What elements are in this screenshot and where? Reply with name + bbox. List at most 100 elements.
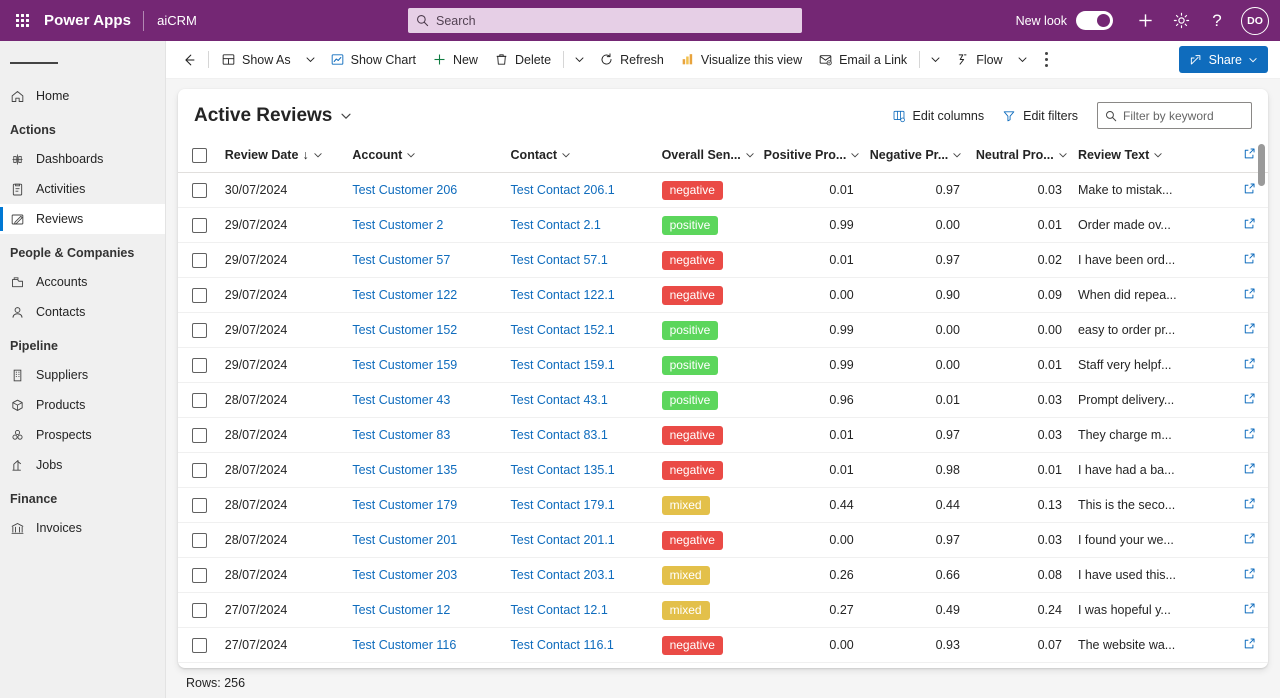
- refresh-button[interactable]: Refresh: [591, 45, 672, 75]
- row-checkbox[interactable]: [192, 182, 207, 198]
- column-header-neutral-probability[interactable]: Neutral Pro...: [967, 140, 1070, 173]
- contact-link[interactable]: Test Contact 83.1: [511, 428, 608, 442]
- row-checkbox[interactable]: [192, 497, 207, 513]
- row-checkbox[interactable]: [192, 637, 207, 653]
- open-record-icon[interactable]: [1243, 147, 1256, 160]
- edit-filters-button[interactable]: Edit filters: [993, 104, 1087, 128]
- account-link[interactable]: Test Customer 116: [352, 638, 456, 652]
- sidebar-item-contacts[interactable]: Contacts: [0, 297, 165, 327]
- contact-link[interactable]: Test Contact 122.1: [511, 288, 615, 302]
- avatar[interactable]: DO: [1241, 6, 1269, 35]
- row-checkbox[interactable]: [192, 532, 207, 548]
- sidebar-item-activities[interactable]: Activities: [0, 174, 165, 204]
- visualize-this-view-button[interactable]: Visualize this view: [672, 45, 810, 75]
- email-link-chevron-down-icon[interactable]: [924, 45, 947, 75]
- global-search[interactable]: [408, 8, 802, 33]
- brand-title[interactable]: Power Apps: [44, 12, 143, 29]
- sidebar-item-home[interactable]: Home: [0, 81, 165, 111]
- sidebar-item-jobs[interactable]: Jobs: [0, 450, 165, 480]
- sidebar-item-products[interactable]: Products: [0, 390, 165, 420]
- account-link[interactable]: Test Customer 201: [352, 533, 457, 547]
- row-checkbox[interactable]: [192, 217, 207, 233]
- view-selector-chevron-down-icon[interactable]: [340, 110, 352, 122]
- account-link[interactable]: Test Customer 2: [352, 218, 443, 232]
- open-record-icon[interactable]: [1243, 217, 1256, 230]
- scrollbar-thumb[interactable]: [1258, 144, 1265, 186]
- row-checkbox[interactable]: [192, 602, 207, 618]
- column-header-account[interactable]: Account: [344, 140, 503, 173]
- row-checkbox[interactable]: [192, 427, 207, 443]
- open-record-icon[interactable]: [1243, 357, 1256, 370]
- sidebar-item-invoices[interactable]: Invoices: [0, 513, 165, 543]
- select-all-checkbox[interactable]: [192, 147, 207, 163]
- account-link[interactable]: Test Customer 206: [352, 183, 457, 197]
- table-row[interactable]: 27/07/2024 Test Customer 116 Test Contact …: [178, 627, 1268, 663]
- column-header-negative-probability[interactable]: Negative Pr...: [861, 140, 968, 173]
- open-record-icon[interactable]: [1243, 287, 1256, 300]
- contact-link[interactable]: Test Contact 12.1: [511, 603, 608, 617]
- flow-button[interactable]: Flow: [947, 45, 1010, 75]
- account-link[interactable]: Test Customer 179: [352, 498, 457, 512]
- show-as-chevron-down-icon[interactable]: [299, 45, 322, 75]
- edit-columns-button[interactable]: Edit columns: [883, 104, 994, 128]
- account-link[interactable]: Test Customer 203: [352, 568, 457, 582]
- table-row[interactable]: 30/07/2024 Test Customer 206 Test Contact …: [178, 172, 1268, 208]
- column-header-positive-probability[interactable]: Positive Pro...: [755, 140, 862, 173]
- column-header-contact[interactable]: Contact: [502, 140, 654, 173]
- table-row[interactable]: 28/07/2024 Test Customer 203 Test Contact …: [178, 557, 1268, 593]
- filter-input[interactable]: [1123, 108, 1268, 123]
- row-checkbox[interactable]: [192, 252, 207, 268]
- open-record-icon[interactable]: [1243, 497, 1256, 510]
- gear-icon[interactable]: [1163, 0, 1199, 41]
- open-record-icon[interactable]: [1243, 182, 1256, 195]
- table-row[interactable]: 28/07/2024 Test Customer 179 Test Contact …: [178, 487, 1268, 523]
- vertical-scrollbar[interactable]: [1258, 144, 1265, 668]
- add-icon[interactable]: [1127, 0, 1163, 41]
- show-as-button[interactable]: Show As: [213, 45, 299, 75]
- account-link[interactable]: Test Customer 122: [352, 288, 457, 302]
- contact-link[interactable]: Test Contact 2.1: [511, 218, 601, 232]
- row-checkbox[interactable]: [192, 462, 207, 478]
- sidebar-item-accounts[interactable]: Accounts: [0, 267, 165, 297]
- table-row[interactable]: 29/07/2024 Test Customer 122 Test Contact …: [178, 277, 1268, 313]
- column-header-overall-sentiment[interactable]: Overall Sen...: [653, 140, 756, 173]
- flow-chevron-down-icon[interactable]: [1011, 45, 1034, 75]
- open-record-icon[interactable]: [1243, 392, 1256, 405]
- delete-chevron-down-icon[interactable]: [568, 45, 591, 75]
- show-chart-button[interactable]: Show Chart: [322, 45, 424, 75]
- help-icon[interactable]: ?: [1199, 0, 1235, 41]
- app-launcher-icon[interactable]: [0, 0, 44, 41]
- table-row[interactable]: 29/07/2024 Test Customer 57 Test Contact 5…: [178, 242, 1268, 278]
- open-record-icon[interactable]: [1243, 567, 1256, 580]
- row-checkbox[interactable]: [192, 567, 207, 583]
- account-link[interactable]: Test Customer 12: [352, 603, 450, 617]
- row-checkbox[interactable]: [192, 392, 207, 408]
- sidebar-item-reviews[interactable]: Reviews: [0, 204, 165, 234]
- column-header-review-text[interactable]: Review Text: [1069, 140, 1232, 173]
- filter-by-keyword-box[interactable]: [1097, 102, 1268, 129]
- contact-link[interactable]: Test Contact 43.1: [511, 393, 608, 407]
- contact-link[interactable]: Test Contact 135.1: [511, 463, 615, 477]
- table-row[interactable]: 29/07/2024 Test Customer 159 Test Contact …: [178, 347, 1268, 383]
- account-link[interactable]: Test Customer 83: [352, 428, 450, 442]
- new-button[interactable]: New: [424, 45, 486, 75]
- sidebar-collapse-icon[interactable]: [0, 45, 165, 81]
- app-name[interactable]: aiCRM: [144, 13, 197, 28]
- email-a-link-button[interactable]: Email a Link: [810, 45, 915, 75]
- table-row[interactable]: 28/07/2024 Test Customer 83 Test Contact 8…: [178, 417, 1268, 453]
- sidebar-item-suppliers[interactable]: Suppliers: [0, 360, 165, 390]
- account-link[interactable]: Test Customer 135: [352, 463, 457, 477]
- contact-link[interactable]: Test Contact 57.1: [511, 253, 608, 267]
- open-record-icon[interactable]: [1243, 532, 1256, 545]
- share-button[interactable]: Share: [1178, 46, 1268, 73]
- open-record-icon[interactable]: [1243, 637, 1256, 650]
- table-row[interactable]: 29/07/2024 Test Customer 152 Test Contact …: [178, 312, 1268, 348]
- new-look-toggle[interactable]: [1076, 11, 1113, 30]
- table-row[interactable]: 27/07/2024 Test Customer 12 Test Contact 1…: [178, 592, 1268, 628]
- row-checkbox[interactable]: [192, 322, 207, 338]
- back-arrow-icon[interactable]: [174, 45, 204, 75]
- row-checkbox[interactable]: [192, 357, 207, 373]
- open-record-icon[interactable]: [1243, 427, 1256, 440]
- column-header-review-date[interactable]: Review Date ↓: [216, 140, 345, 173]
- sidebar-item-prospects[interactable]: Prospects: [0, 420, 165, 450]
